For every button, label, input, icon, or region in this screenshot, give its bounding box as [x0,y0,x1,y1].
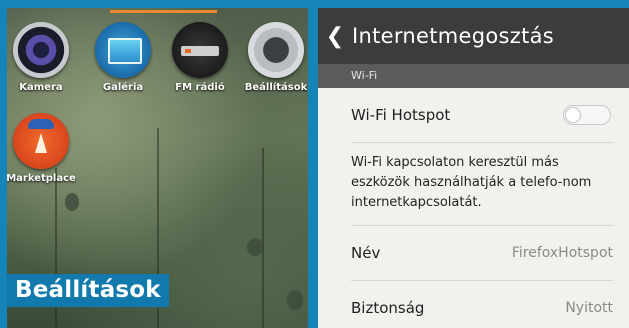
camera-icon [13,22,69,78]
name-label: Név [351,244,381,262]
home-screen: Kamera Galéria FM rádió Beállítások Mark… [7,8,308,328]
hotspot-label: Wi-Fi Hotspot [351,106,451,124]
settings-icon [248,22,304,78]
security-row[interactable]: Biztonság Nyitott [351,281,613,328]
app-label: FM rádió [175,82,225,93]
app-gallery[interactable]: Galéria [87,22,159,93]
wallpaper-bud [65,193,79,211]
home-indicator-bar [110,10,217,13]
app-camera[interactable]: Kamera [7,22,77,93]
chevron-left-icon[interactable]: ❮ [318,24,352,49]
app-label: Beállítások [244,82,308,93]
hotspot-toggle[interactable] [563,105,611,125]
app-marketplace[interactable]: Marketplace [7,113,77,184]
app-label: Marketplace [7,173,76,184]
settings-panel: ❮ Internetmegosztás Wi-Fi Wi-Fi Hotspot … [318,8,629,328]
hotspot-description: Wi-Fi kapcsolaton keresztül más eszközök… [351,143,613,226]
app-fm-radio[interactable]: FM rádió [164,22,236,93]
wallpaper-stem [262,148,264,328]
settings-header: ❮ Internetmegosztás [318,8,629,64]
security-label: Biztonság [351,299,425,317]
wallpaper-bud [247,238,263,256]
marketplace-icon [13,113,69,169]
app-label: Kamera [19,82,63,93]
name-value: FirefoxHotspot [511,245,613,261]
app-label: Galéria [102,82,144,93]
gallery-icon [95,22,151,78]
wallpaper-bud [287,290,303,310]
app-settings[interactable]: Beállítások [240,22,308,93]
security-value: Nyitott [565,300,613,316]
caption-badge: Beállítások [7,274,169,307]
page-title: Internetmegosztás [352,24,555,48]
section-header-wifi: Wi-Fi [318,64,629,88]
radio-icon [172,22,228,78]
toggle-knob [565,107,581,123]
hotspot-row[interactable]: Wi-Fi Hotspot [351,88,613,143]
name-row[interactable]: Név FirefoxHotspot [351,226,613,281]
